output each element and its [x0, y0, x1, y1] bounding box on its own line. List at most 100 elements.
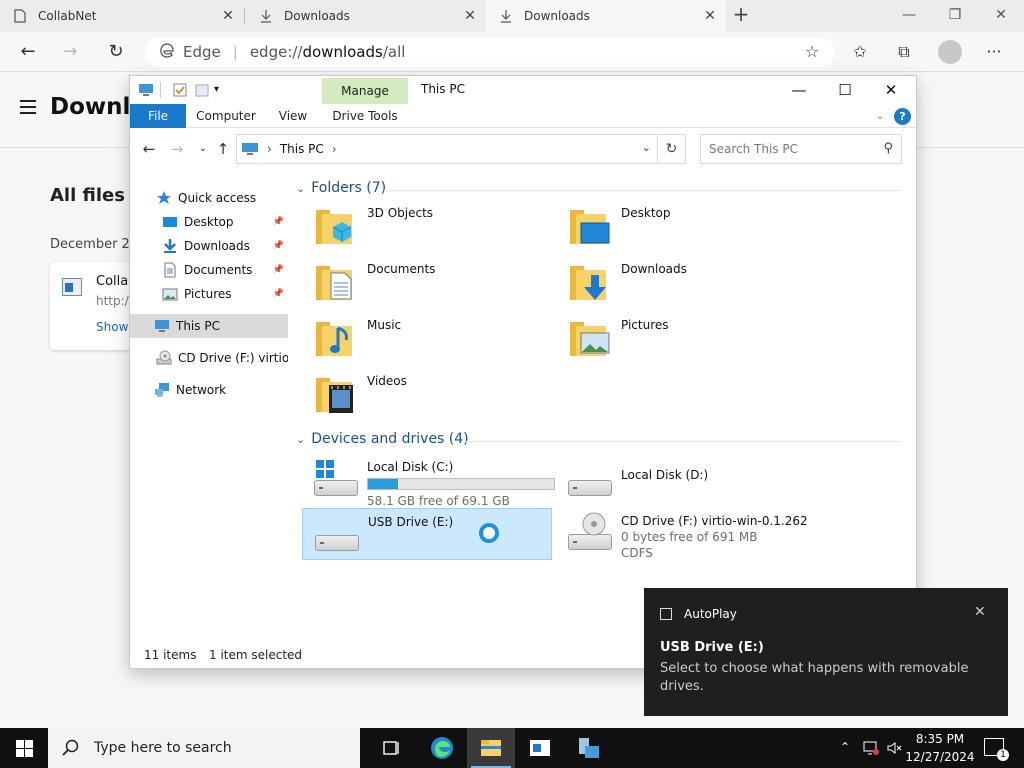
address-location[interactable]: This PC: [280, 142, 324, 156]
address-dropdown-icon[interactable]: ⌄: [642, 141, 651, 154]
folder-videos[interactable]: Videos: [302, 368, 552, 420]
folders-group-header[interactable]: ⌄ Folders (7): [296, 180, 386, 196]
drive-cd-f[interactable]: CD Drive (F:) virtio-win-0.1.262 0 bytes…: [556, 508, 808, 564]
folder-music[interactable]: Music: [302, 312, 552, 364]
menu-icon[interactable]: [20, 100, 36, 114]
cd-drive-icon: [566, 512, 612, 556]
tab-view[interactable]: View: [270, 104, 316, 128]
pin-icon[interactable]: 📌: [273, 289, 284, 299]
pin-icon[interactable]: 📌: [273, 241, 284, 251]
tab-strip: CollabNet ✕ Downloads ✕ Downloads ✕ + — …: [0, 0, 1024, 32]
notification-center-icon[interactable]: 1: [984, 738, 1009, 761]
collections-icon[interactable]: ⧉: [890, 38, 918, 66]
new-tab-icon[interactable]: +: [730, 4, 752, 26]
edge-taskbar-icon[interactable]: [418, 728, 466, 768]
sidebar-item-this-pc[interactable]: This PC: [130, 314, 288, 338]
windows-drive-icon: [312, 458, 358, 502]
file-explorer-taskbar-icon[interactable]: [467, 728, 515, 768]
maximize-icon[interactable]: ☐: [822, 76, 868, 104]
new-folder-icon[interactable]: [194, 82, 210, 98]
drive-local-c[interactable]: Local Disk (C:) 58.1 GB free of 69.1 GB: [302, 454, 555, 508]
recent-locations-icon[interactable]: ⌄: [194, 140, 212, 158]
chevron-right-icon[interactable]: ›: [332, 142, 337, 156]
browser-toolbar: ← → ↻ Edge | edge://downloads/all ☆ ✩ ⧉ …: [0, 32, 1024, 72]
sidebar-item-downloads[interactable]: Downloads 📌: [130, 234, 288, 258]
show-hidden-icons[interactable]: ⌃: [840, 740, 850, 754]
close-icon[interactable]: ✕: [462, 8, 478, 24]
sidebar-item-documents[interactable]: Documents 📌: [130, 258, 288, 282]
restore-icon[interactable]: ❐: [932, 0, 978, 32]
folder-documents[interactable]: Documents: [302, 256, 552, 308]
minimize-icon[interactable]: —: [776, 76, 822, 104]
close-window-icon[interactable]: ✕: [868, 76, 914, 104]
refresh-icon[interactable]: ↻: [102, 38, 130, 66]
chevron-down-icon[interactable]: ⌄: [296, 182, 305, 195]
drive-usb-e[interactable]: USB Drive (E:): [302, 508, 552, 560]
back-icon[interactable]: ←: [140, 140, 158, 158]
folder-desktop[interactable]: Desktop: [556, 200, 806, 252]
sidebar-item-desktop[interactable]: Desktop 📌: [130, 210, 288, 234]
search-input[interactable]: Search This PC ⚲: [700, 134, 902, 164]
up-icon[interactable]: ↑: [214, 140, 232, 158]
chevron-down-icon[interactable]: ⌄: [296, 433, 305, 446]
tab-computer[interactable]: Computer: [192, 104, 260, 128]
close-icon[interactable]: ✕: [974, 604, 986, 620]
drives-group-header[interactable]: ⌄ Devices and drives (4): [296, 431, 469, 447]
autoplay-notification[interactable]: AutoPlay ✕ USB Drive (E:) Select to choo…: [644, 588, 1008, 716]
folder-3d-objects[interactable]: 3D Objects: [302, 200, 552, 252]
system-clock[interactable]: 8:35 PM 12/27/2024: [904, 730, 976, 766]
tab-file[interactable]: File: [130, 104, 186, 128]
close-icon[interactable]: ✕: [702, 8, 718, 24]
forward-icon[interactable]: →: [56, 38, 84, 66]
task-view-icon[interactable]: [368, 728, 416, 768]
close-icon[interactable]: ✕: [220, 8, 236, 24]
explorer-address-bar[interactable]: › This PC › ⌄ ↻: [236, 134, 686, 164]
tab-downloads-active[interactable]: Downloads ✕: [486, 0, 726, 32]
app-window-taskbar-icon[interactable]: [516, 728, 564, 768]
address-divider: |: [232, 43, 238, 61]
forward-icon[interactable]: →: [168, 140, 186, 158]
chevron-right-icon[interactable]: ›: [267, 142, 272, 156]
folder-music-icon: [312, 316, 356, 360]
qat-divider: [160, 82, 161, 98]
volume-tray-icon[interactable]: [886, 740, 902, 759]
manage-context-tab[interactable]: Manage: [322, 84, 408, 98]
expand-ribbon-icon[interactable]: ⌄: [872, 108, 888, 124]
more-menu-icon[interactable]: ···: [980, 38, 1008, 66]
refresh-icon[interactable]: ↻: [657, 135, 685, 163]
sidebar-item-network[interactable]: Network: [130, 378, 288, 402]
pin-icon[interactable]: 📌: [273, 217, 284, 227]
tab-collabnet[interactable]: CollabNet ✕: [0, 0, 244, 32]
favorite-star-icon[interactable]: ☆: [798, 38, 826, 66]
close-window-icon[interactable]: ✕: [978, 0, 1024, 32]
address-bar[interactable]: Edge | edge://downloads/all: [145, 37, 835, 67]
help-icon[interactable]: ?: [894, 108, 911, 125]
properties-icon[interactable]: [172, 82, 188, 98]
pictures-icon: [162, 286, 178, 302]
drive-local-d[interactable]: Local Disk (D:): [556, 454, 806, 506]
sidebar-item-pictures[interactable]: Pictures 📌: [130, 282, 288, 306]
show-in-folder-link[interactable]: Show: [96, 320, 128, 334]
sidebar-item-cd-drive[interactable]: CD Drive (F:) virtio-w: [130, 346, 288, 370]
tab-label: CollabNet: [38, 9, 97, 23]
windows-start-icon[interactable]: [0, 728, 48, 768]
minimize-icon[interactable]: —: [886, 0, 932, 32]
network-tray-icon[interactable]: [862, 740, 880, 759]
tab-divider: [244, 8, 245, 24]
pin-icon[interactable]: 📌: [273, 265, 284, 275]
clock-time: 8:35 PM: [915, 732, 965, 746]
qat-dropdown-icon[interactable]: ▾: [214, 82, 230, 98]
folder-pictures[interactable]: Pictures: [556, 312, 806, 364]
back-icon[interactable]: ←: [14, 38, 42, 66]
favorites-icon[interactable]: ✩: [846, 38, 874, 66]
tab-drive-tools[interactable]: Drive Tools: [322, 104, 408, 128]
folder-downloads[interactable]: Downloads: [556, 256, 806, 308]
profile-avatar[interactable]: [938, 40, 962, 64]
tab-downloads[interactable]: Downloads ✕: [246, 0, 486, 32]
sidebar-item-quick-access[interactable]: Quick access: [130, 186, 288, 210]
taskbar-search-input[interactable]: Type here to search: [48, 728, 360, 768]
address-prefix: Edge: [183, 43, 221, 61]
server-manager-taskbar-icon[interactable]: [565, 728, 613, 768]
taskbar-search-placeholder: Type here to search: [94, 740, 232, 756]
tab-label: Downloads: [284, 9, 350, 23]
